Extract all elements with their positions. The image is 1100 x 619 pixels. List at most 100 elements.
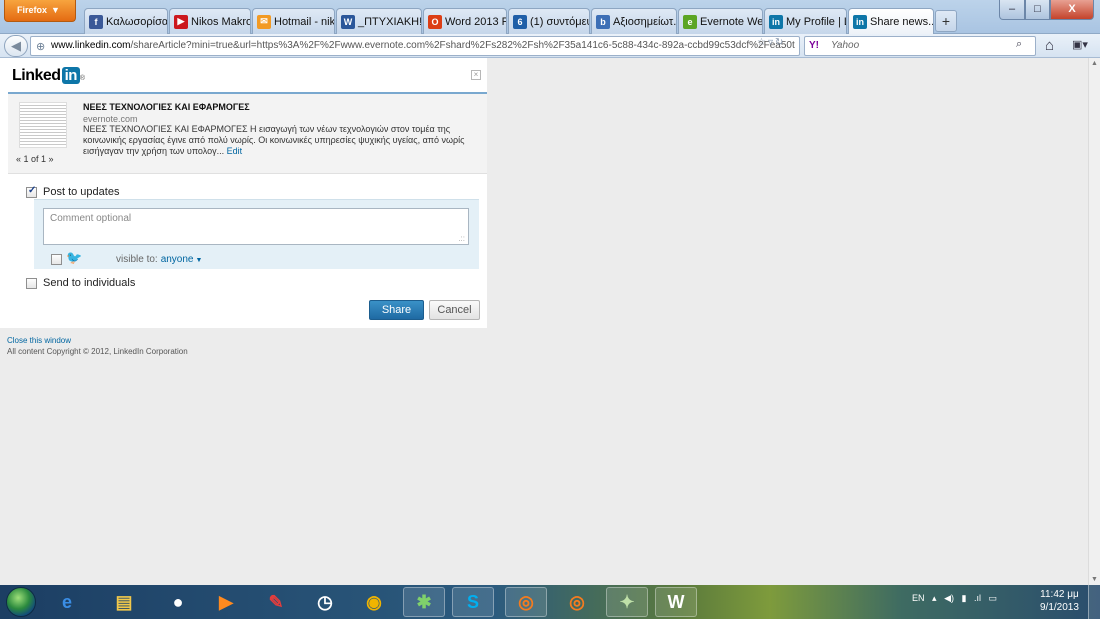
- linkedin-icon: in: [853, 14, 867, 29]
- close-icon[interactable]: ×: [471, 70, 481, 80]
- scroll-down-icon[interactable]: ▼: [1091, 576, 1098, 583]
- chevron-down-icon[interactable]: ▼: [196, 257, 203, 264]
- taskbar-firefox-1[interactable]: ◎: [505, 587, 547, 617]
- clock-time: 11:42 μμ: [1040, 589, 1079, 600]
- share-button[interactable]: Share: [369, 300, 424, 320]
- battery-icon[interactable]: ▮: [962, 593, 972, 603]
- article-description: ΝΕΕΣ ΤΕΧΝΟΛΟΓΙΕΣ ΚΑΙ ΕΦΑΡΜΟΓΕΣ Η εισαγωγ…: [83, 124, 478, 157]
- tray-expand-icon[interactable]: ▴: [927, 593, 942, 603]
- tab-label: Nikos Makrop...: [191, 15, 250, 28]
- app-icon: 6: [513, 14, 527, 29]
- edit-link[interactable]: Edit: [227, 146, 243, 156]
- network-icon[interactable]: ▭: [989, 593, 998, 603]
- reload-icon[interactable]: ↻: [775, 37, 785, 48]
- send-to-individuals-row: Send to individuals: [26, 277, 135, 289]
- taskbar-ie[interactable]: e: [46, 587, 88, 617]
- visible-to-label: visible to:: [116, 254, 158, 265]
- article-description-text: ΝΕΕΣ ΤΕΧΝΟΛΟΓΙΕΣ ΚΑΙ ΕΦΑΡΜΟΓΕΣ Η εισαγωγ…: [83, 124, 465, 156]
- search-engine-name: Yahoo: [831, 40, 860, 51]
- taskbar-evernote[interactable]: ✦: [606, 587, 648, 617]
- tab-6[interactable]: b Αξιοσημείωτ...: [591, 8, 677, 34]
- chrome-icon: ◉: [366, 591, 382, 612]
- pin-icon: ✎: [268, 591, 284, 612]
- evernote-icon: e: [683, 14, 697, 29]
- tab-8[interactable]: inMy Profile | Li...: [764, 8, 847, 34]
- post-to-updates-label: Post to updates: [43, 186, 120, 198]
- back-arrow-icon: ◀: [11, 38, 21, 53]
- comment-input[interactable]: Comment optional .::: [43, 208, 469, 245]
- messenger-icon: ●: [172, 591, 184, 612]
- search-bar[interactable]: Y! Yahoo: [804, 36, 1036, 56]
- globe-icon: ⊕: [36, 41, 46, 53]
- taskbar-pin[interactable]: ✎: [255, 587, 297, 617]
- dropdown-arrow-icon[interactable]: ▿: [768, 37, 775, 48]
- search-icon[interactable]: ⌕: [1016, 38, 1022, 51]
- clock-date: 9/1/2013: [1040, 602, 1079, 613]
- page-background: [487, 58, 1088, 585]
- tab-9[interactable]: inShare news...×: [848, 8, 934, 34]
- start-button[interactable]: [6, 587, 36, 617]
- volume-icon[interactable]: ◀): [944, 593, 959, 603]
- tab-1[interactable]: ▶Nikos Makrop...: [169, 8, 251, 34]
- firefox-icon: ◎: [518, 591, 534, 612]
- taskbar-explorer[interactable]: ▤: [103, 587, 145, 617]
- close-window-link[interactable]: Close this window: [7, 336, 71, 345]
- tab-3[interactable]: W_ΠΤΥΧΙΑΚΗ!!!!...: [336, 8, 422, 34]
- tab-2[interactable]: ✉Hotmail - nik...: [252, 8, 335, 34]
- taskbar-clock-app[interactable]: ◷: [304, 587, 346, 617]
- tab-5[interactable]: 6(1) συντόμευ...: [508, 8, 590, 34]
- tab-label: Αξιοσημείωτ...: [613, 15, 677, 28]
- new-tab-button[interactable]: +: [935, 10, 957, 32]
- language-indicator[interactable]: EN: [912, 593, 925, 603]
- taskbar-skype[interactable]: S: [452, 587, 494, 617]
- url-bar[interactable]: ⊕ www.linkedin.com/shareArticle?mini=true…: [30, 36, 800, 56]
- url-bar-actions: ☆▿↻: [757, 37, 785, 48]
- tab-7[interactable]: eEvernote Web...: [678, 8, 763, 34]
- windows-taskbar: e ▤ ● ▶ ✎ ◷ ◉ ✱ S ◎ ◎ ✦ W EN ▴ ◀) ▮ .ıl ▭ 11:42 μμ 9…: [0, 585, 1100, 619]
- signal-icon[interactable]: .ıl: [974, 593, 986, 603]
- send-to-individuals-label: Send to individuals: [43, 277, 136, 289]
- bookmark-star-icon[interactable]: ☆: [757, 37, 768, 48]
- thumbnail-pager[interactable]: « 1 of 1 »: [16, 154, 54, 164]
- window-controls: – □ X: [999, 0, 1094, 20]
- facebook-icon: f: [89, 14, 103, 29]
- panel-header: Linked in ® ×: [8, 58, 487, 94]
- taskbar-tools[interactable]: ✱: [403, 587, 445, 617]
- post-to-updates-row: Post to updates: [26, 185, 120, 198]
- tab-0[interactable]: fΚαλωσορίσατ...: [84, 8, 168, 34]
- taskbar-word[interactable]: W: [655, 587, 697, 617]
- minimize-button[interactable]: –: [999, 0, 1025, 20]
- url-host: www.linkedin.com: [51, 40, 131, 51]
- youtube-icon: ▶: [174, 14, 188, 29]
- taskbar-media[interactable]: ▶: [205, 587, 247, 617]
- taskbar-clock[interactable]: 11:42 μμ 9/1/2013: [1040, 588, 1079, 614]
- visibility-dropdown[interactable]: anyone: [161, 254, 194, 265]
- maximize-button[interactable]: □: [1025, 0, 1050, 20]
- linkedin-icon: in: [769, 14, 783, 29]
- taskbar-messenger[interactable]: ●: [157, 587, 199, 617]
- home-icon[interactable]: ⌂: [1045, 37, 1054, 54]
- tab-4[interactable]: OWord 2013 Pr...: [423, 8, 507, 34]
- chevron-down-icon: ▼: [51, 5, 60, 15]
- firefox-menu-button[interactable]: Firefox ▼: [4, 0, 76, 22]
- cancel-button[interactable]: Cancel: [429, 300, 480, 320]
- tools-icon: ✱: [416, 591, 432, 612]
- clock-app-icon: ◷: [317, 591, 333, 612]
- send-to-individuals-checkbox[interactable]: [26, 277, 37, 289]
- office-icon: O: [428, 14, 442, 29]
- scroll-up-icon[interactable]: ▲: [1091, 60, 1098, 67]
- firefox-menu-label: Firefox: [17, 5, 48, 15]
- taskbar-chrome[interactable]: ◉: [353, 587, 395, 617]
- bookmarks-menu-icon[interactable]: ▣▾: [1072, 38, 1088, 51]
- folder-icon: ▤: [115, 591, 133, 612]
- comment-section: Comment optional .:: 🐦 visible to: anyone…: [34, 199, 479, 269]
- twitter-checkbox[interactable]: [51, 254, 62, 265]
- show-desktop-button[interactable]: [1088, 585, 1100, 619]
- evernote-icon: ✦: [619, 591, 635, 612]
- resize-grip-icon[interactable]: .::: [458, 234, 465, 243]
- taskbar-firefox-2[interactable]: ◎: [556, 587, 598, 617]
- vertical-scrollbar[interactable]: ▲ ▼: [1088, 58, 1100, 585]
- post-to-updates-checkbox[interactable]: [26, 185, 37, 198]
- back-button[interactable]: ◀: [4, 35, 28, 57]
- close-window-button[interactable]: X: [1050, 0, 1094, 20]
